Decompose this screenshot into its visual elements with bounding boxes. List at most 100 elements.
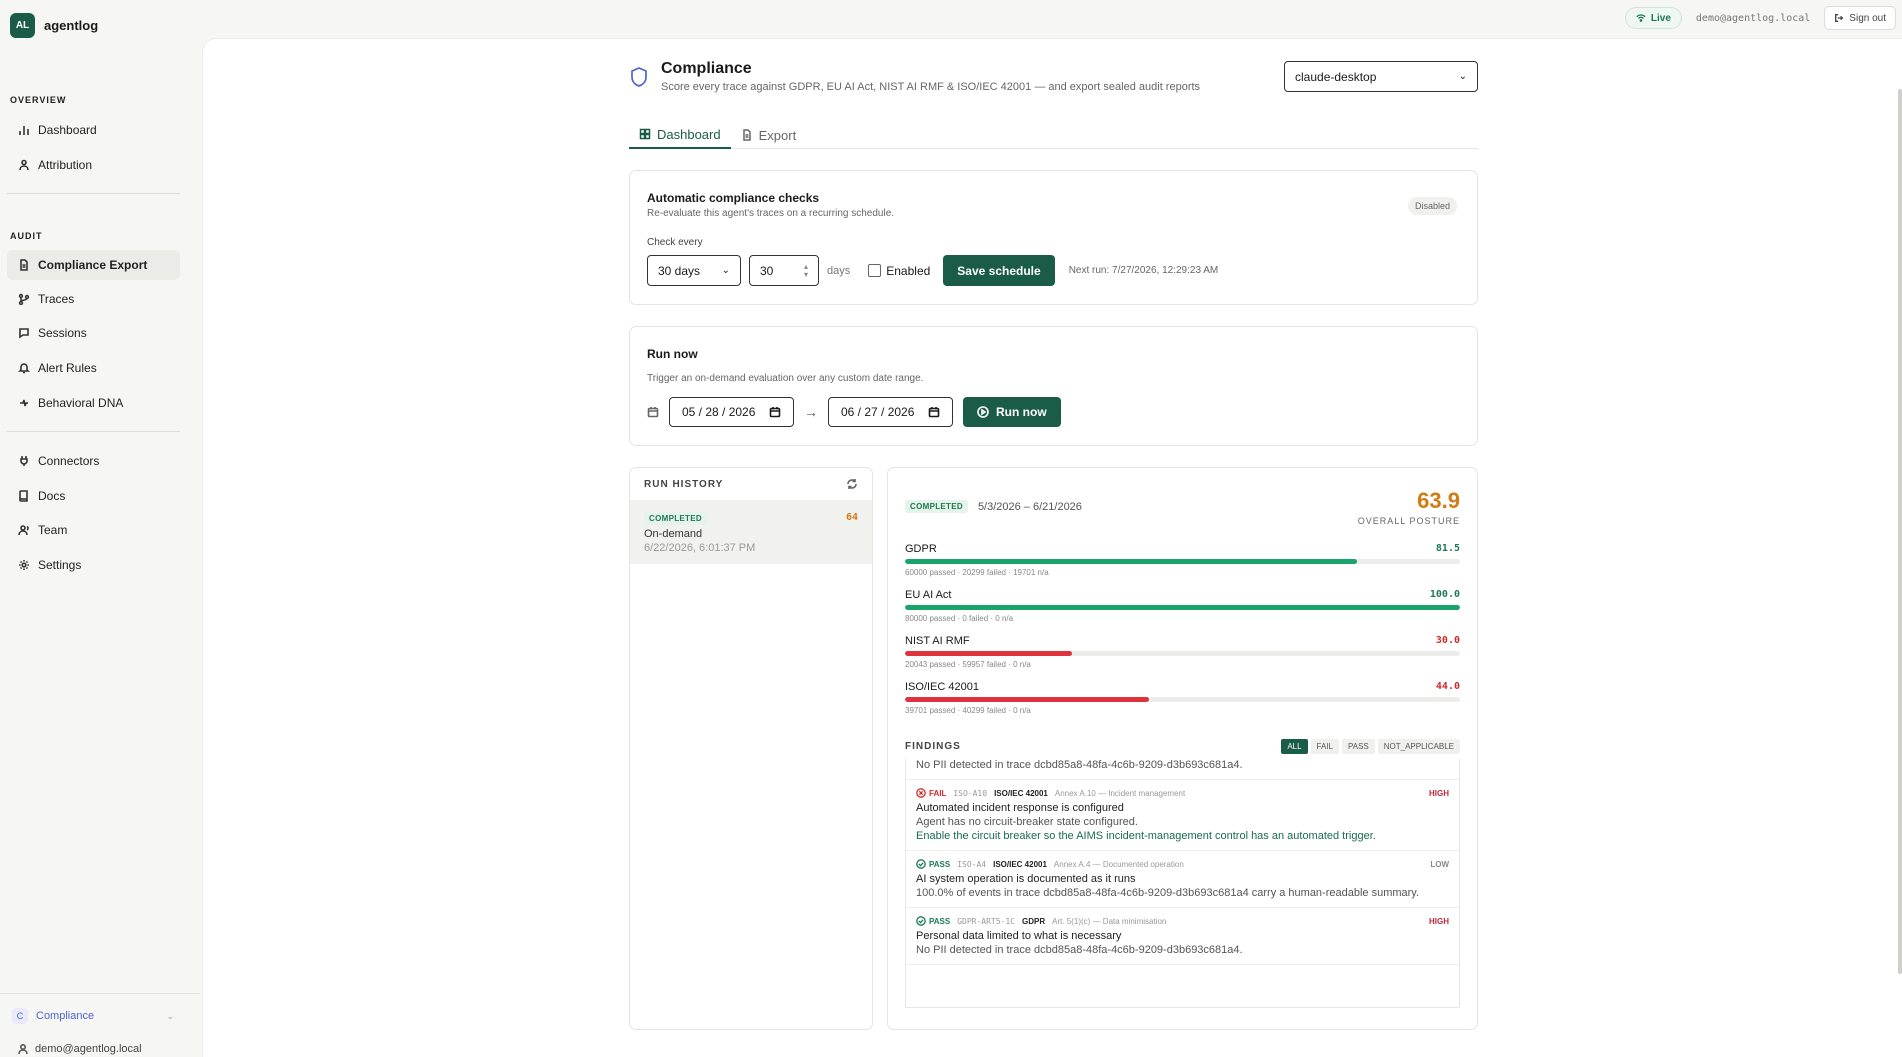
sidebar-item-team[interactable]: Team [7,515,180,545]
stepper-arrows-icon: ▴ ▾ [803,261,808,279]
framework-score-track [905,559,1460,564]
finding-status: PASS [916,859,950,869]
sidebar-item-compliance-export[interactable]: Compliance Export [7,250,180,280]
run-history-item[interactable]: COMPLETED 64 On-demand 6/22/2026, 6:01:3… [630,500,872,564]
finding-code: ISO-A10 [953,788,988,798]
date-to-input[interactable]: 06 / 27 / 2026 [828,397,953,427]
sign-out-button[interactable]: Sign out [1824,6,1896,30]
brand-logo: AL [10,13,35,38]
save-schedule-button[interactable]: Save schedule [943,255,1055,286]
finding-row[interactable]: PASS ISO-A4 ISO/IEC 42001 Annex A.4 — Docum… [906,851,1459,908]
sign-out-label: Sign out [1849,12,1886,24]
check-every-label: Check every [647,237,703,248]
framework-score-header: EU AI Act 100.0 [905,589,1460,601]
sidebar-item-traces[interactable]: Traces [7,284,180,314]
sidebar-item-label: Compliance Export [38,258,148,272]
finding-clause: Annex A.10 — Incident management [1054,788,1186,798]
filter-fail[interactable]: FAIL [1310,739,1339,754]
date-to-value: 06 / 27 / 2026 [841,405,915,419]
sidebar-item-alert-rules[interactable]: Alert Rules [7,353,180,383]
scrollbar[interactable] [1898,89,1902,974]
finding-detail: No PII detected in trace dcbd85a8-48fa-4… [916,759,1243,771]
finding-framework: GDPR [1022,916,1046,926]
schedule-controls: 30 days ⌄ 30 ▴ ▾ days Enabled Save schedu… [647,255,1218,286]
gear-icon [19,560,29,570]
sidebar-item-connectors[interactable]: Connectors [7,446,180,476]
agent-select[interactable]: claude-desktop ⌄ [1284,61,1478,92]
range-arrow: → [804,404,818,420]
tab-export[interactable]: Export [731,121,807,149]
sidebar-item-sessions[interactable]: Sessions [7,318,180,348]
dna-icon [20,399,28,407]
sidebar-divider [7,431,180,432]
next-run-text: Next run: 7/27/2026, 12:29:23 AM [1068,265,1219,276]
sidebar-item-attribution[interactable]: Attribution [7,150,180,180]
live-indicator[interactable]: Live [1624,7,1682,29]
pass-circle-icon [916,859,926,869]
finding-severity: HIGH [1429,789,1449,798]
interval-select[interactable]: 30 days ⌄ [647,255,741,286]
chevron-down-icon: ⌄ [166,1010,174,1021]
finding-rows: FAIL ISO-A10 ISO/IEC 42001 Annex A.10 — Inc… [906,780,1459,965]
topbar: Live demo@agentlog.local Sign out [1624,6,1896,30]
play-circle-icon [977,406,989,418]
finding-status-label: FAIL [929,788,947,798]
plug-icon [20,456,28,466]
run-status-badge: COMPLETED [644,512,707,525]
enabled-checkbox[interactable] [868,264,882,277]
sidebar-item-label: Connectors [38,454,100,468]
framework-score-bar [905,651,1072,656]
framework-name: ISO/IEC 42001 [905,681,979,693]
framework-score-track [905,651,1460,656]
result-card: COMPLETED 5/3/2026 – 6/21/2026 63.9 OVER… [887,467,1478,1030]
sidebar-item-settings[interactable]: Settings [7,550,180,580]
nav-section-overview: OVERVIEW [10,95,67,105]
framework-score-header: ISO/IEC 42001 44.0 [905,681,1460,693]
sidebar-item-docs[interactable]: Docs [7,481,180,511]
org-switcher[interactable]: C Compliance ⌄ [12,1008,174,1024]
findings-list[interactable]: No PII detected in trace dcbd85a8-48fa-4… [905,759,1460,1008]
finding-row[interactable]: PASS GDPR-ART5-1C GDPR Art. 5(1)(c) — Data … [906,908,1459,965]
finding-title: Automated incident response is configure… [916,802,1124,814]
filter-not-applicable[interactable]: NOT_APPLICABLE [1377,739,1460,754]
result-range: 5/3/2026 – 6/21/2026 [977,500,1082,513]
sidebar-item-behavioral-dna[interactable]: Behavioral DNA [7,388,180,418]
org-name: Compliance [36,1010,95,1022]
sidebar-item-label: Sessions [38,326,87,340]
filter-all[interactable]: ALL [1281,739,1308,754]
interval-count-value: 30 [760,263,774,278]
framework-name: EU AI Act [905,589,952,601]
tab-dashboard[interactable]: Dashboard [629,121,731,149]
framework-counts: 20043 passed · 59957 failed · 0 n/a [905,660,1031,669]
filter-pass[interactable]: PASS [1342,739,1375,754]
sidebar-item-label: Alert Rules [38,361,97,375]
refresh-icon[interactable] [846,478,858,490]
finding-framework: ISO/IEC 42001 [993,859,1047,869]
findings-header: FINDINGS ALL FAIL PASS NOT_APPLICABLE [905,739,1460,754]
finding-row[interactable]: FAIL ISO-A10 ISO/IEC 42001 Annex A.10 — Inc… [906,780,1459,851]
interval-count-stepper[interactable]: 30 ▴ ▾ [749,255,819,286]
run-now-subtitle: Trigger an on-demand evaluation over any… [647,373,924,384]
sidebar-item-label: Dashboard [38,123,97,137]
interval-select-value: 30 days [658,263,701,278]
page-header: Compliance Score every trace against GDP… [629,60,1200,93]
run-type: On-demand [644,528,703,540]
framework-counts: 80000 passed · 0 failed · 0 n/a [905,614,1014,623]
agent-select-value: claude-desktop [1295,69,1377,84]
chevron-down-icon: ⌄ [721,265,730,276]
framework-score-header: GDPR 81.5 [905,543,1460,555]
sidebar-item-label: Settings [38,558,82,572]
date-from-input[interactable]: 05 / 28 / 2026 [669,397,794,427]
sidebar-user[interactable]: demo@agentlog.local [17,1043,142,1055]
bar-chart-icon [19,126,29,135]
sidebar-item-dashboard[interactable]: Dashboard [7,115,180,145]
sidebar-item-label: Docs [38,489,66,503]
brand[interactable]: AL agentlog [10,13,98,38]
framework-score: EU AI Act 100.0 80000 passed · 0 failed · … [905,589,1460,623]
finding-row-partial[interactable]: No PII detected in trace dcbd85a8-48fa-4… [906,759,1459,780]
result-header: COMPLETED 5/3/2026 – 6/21/2026 [905,500,1082,513]
run-now-button[interactable]: Run now [963,397,1061,427]
date-range: 05 / 28 / 2026 → 06 / 27 / 2026 Run now [647,397,1061,427]
run-history-header: RUN HISTORY [644,478,858,490]
finding-detail: No PII detected in trace dcbd85a8-48fa-4… [916,944,1243,956]
